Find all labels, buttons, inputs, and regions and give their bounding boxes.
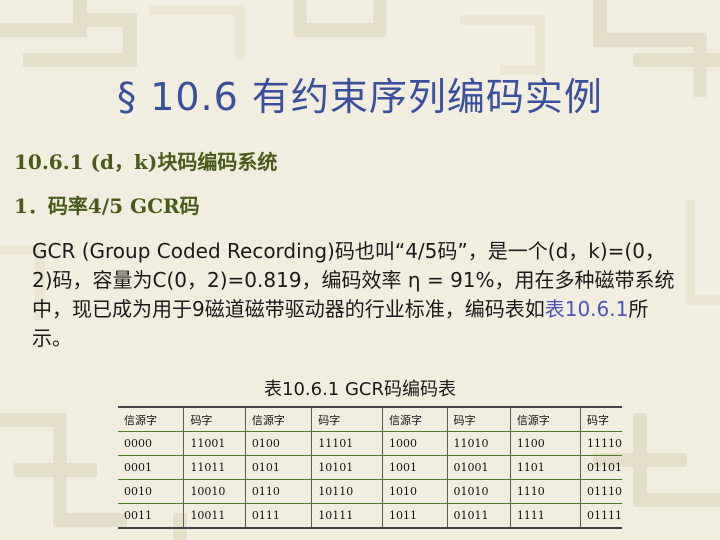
table-row: 0000 11001 0100 11101 1000 11010 1100 11… — [118, 431, 622, 456]
subheading-section: 10.6.1 (d，k)块码编码系统 — [14, 150, 278, 174]
table-cell: 0001 — [124, 461, 152, 474]
table-cell: 10011 — [183, 503, 246, 528]
table-cell: 01011 — [446, 503, 511, 528]
table-header-row: 信源字 码字 信源字 码字 信源字 码字 信源字 码字 — [118, 407, 622, 432]
table-cell: 1111 — [509, 503, 581, 528]
table-row: 0001 11011 0101 10101 1001 01001 1101 01… — [118, 455, 622, 480]
header-cell: 码字 — [311, 407, 383, 432]
header-cell: 信源字 — [509, 407, 581, 432]
table-row: 0010 10010 0110 10110 1010 01010 1110 01… — [118, 479, 622, 504]
table-cell: 11011 — [183, 455, 246, 480]
table-cell: 10110 — [311, 479, 383, 504]
header-cell: 码字 — [580, 407, 622, 432]
table-cell: 11110 — [580, 431, 622, 456]
slide-title: § 10.6 有约束序列编码实例 — [117, 75, 603, 119]
table-cell: 10010 — [183, 479, 246, 504]
table-cell: 0110 — [244, 479, 312, 504]
header-cell: 信源字 — [124, 413, 157, 427]
table-cell: 1001 — [381, 455, 448, 480]
subheading-gcr: 1．码率4/5 GCR码 — [14, 194, 200, 218]
table-cell: 01110 — [580, 479, 622, 504]
table-cell: 1100 — [509, 431, 581, 456]
table-cell: 1010 — [381, 479, 448, 504]
table-cell: 0000 — [124, 437, 152, 450]
table-cell: 01001 — [446, 455, 511, 480]
table-cell: 0111 — [244, 503, 312, 528]
table-cell: 01111 — [580, 503, 622, 528]
table-cell: 10101 — [311, 455, 383, 480]
table-cell: 0010 — [124, 485, 152, 498]
table-cell: 11010 — [446, 431, 511, 456]
table-cell: 1000 — [381, 431, 448, 456]
table-cell: 1011 — [381, 503, 448, 528]
table-cell: 0101 — [244, 455, 312, 480]
table-cell: 10111 — [311, 503, 383, 528]
table-reference-link[interactable]: 表10.6.1 — [545, 297, 629, 321]
header-cell: 码字 — [446, 407, 511, 432]
table-cell: 0100 — [244, 431, 312, 456]
table-cell: 1110 — [509, 479, 581, 504]
table-cell: 0011 — [124, 509, 152, 522]
table-row: 0011 10011 0111 10111 1011 01011 1111 01… — [118, 503, 622, 528]
header-cell: 码字 — [183, 407, 246, 432]
body-paragraph: GCR (Group Coded Recording)码也叫“4/5码”，是一个… — [32, 237, 682, 353]
slide: § 10.6 有约束序列编码实例 10.6.1 (d，k)块码编码系统 1．码率… — [0, 0, 720, 540]
header-cell: 信源字 — [381, 407, 448, 432]
table-cell: 01010 — [446, 479, 511, 504]
header-cell: 信源字 — [244, 407, 312, 432]
gcr-coding-table: 信源字 码字 信源字 码字 信源字 码字 信源字 码字 0000 11001 0… — [118, 406, 622, 529]
table-cell: 01101 — [580, 455, 622, 480]
table-cell: 11001 — [183, 431, 246, 456]
table-cell: 11101 — [311, 431, 383, 456]
table-caption: 表10.6.1 GCR码编码表 — [264, 379, 456, 400]
table-cell: 1101 — [509, 455, 581, 480]
